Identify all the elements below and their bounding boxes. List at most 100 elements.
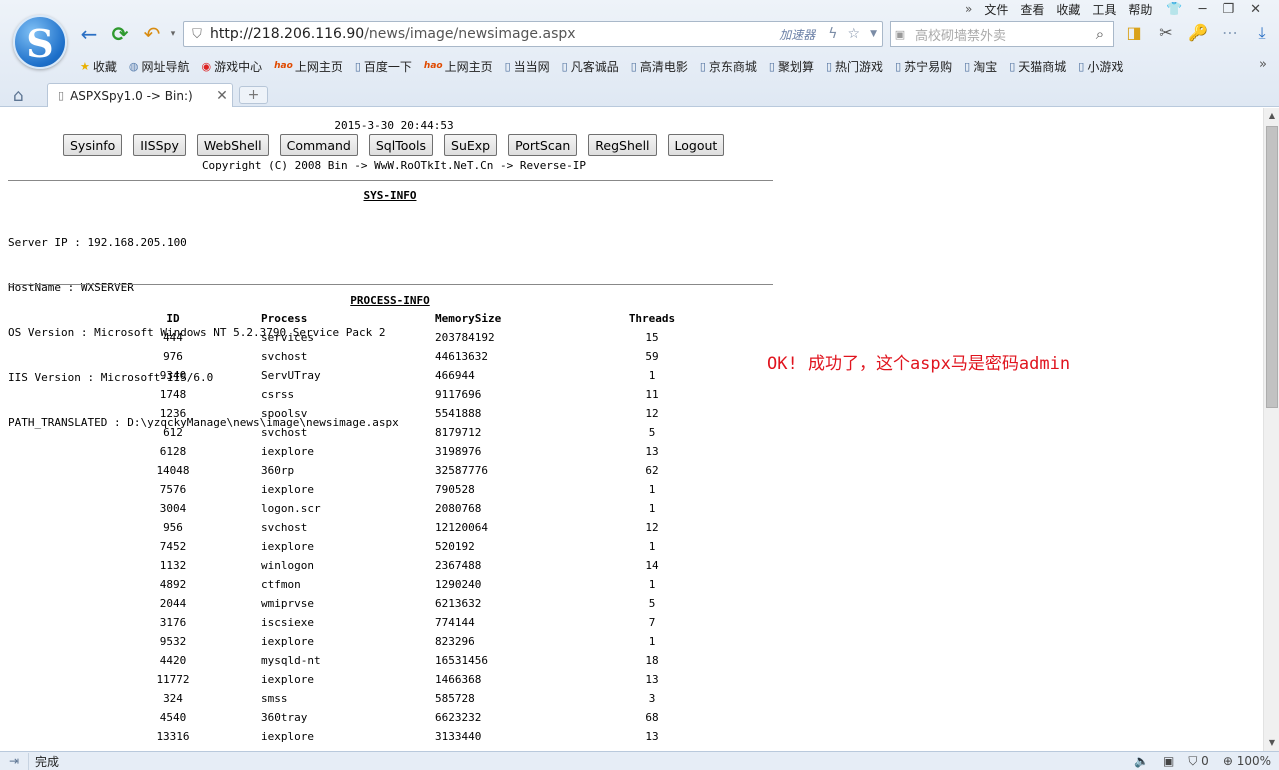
bookmark-item[interactable]: ▯ 苏宁易购 <box>895 58 952 75</box>
security-shield-icon[interactable]: ⛉ <box>184 27 210 42</box>
process-name: iexplore <box>261 635 314 648</box>
sysinfo-button[interactable]: Sysinfo <box>63 134 123 156</box>
tab-strip: ⌂ ▯ ASPXSpy1.0 -> Bin:) ✕ + <box>0 83 1279 107</box>
process-id: 9532 <box>159 635 187 648</box>
bookmark-item[interactable]: ▯ 高清电影 <box>631 58 688 75</box>
sound-icon[interactable]: 🔈 <box>1134 754 1149 768</box>
bookmark-item[interactable]: ◉ 游戏中心 <box>202 58 263 75</box>
bookmark-item[interactable]: ▯ 聚划算 <box>769 58 814 75</box>
bookmark-item[interactable]: ◍ 网址导航 <box>129 58 190 75</box>
minimize-icon[interactable]: ─ <box>1191 2 1215 17</box>
bookmark-item[interactable]: hao 上网主页 <box>424 58 493 75</box>
process-memory: 203784192 <box>435 331 495 344</box>
adblock-icon[interactable]: ⛉ 0 <box>1188 754 1208 769</box>
process-threads: 12 <box>645 521 659 534</box>
back-icon[interactable]: ← <box>78 23 100 45</box>
command-button[interactable]: Command <box>279 134 358 156</box>
portscan-button[interactable]: PortScan <box>508 134 578 156</box>
skin-icon[interactable]: 👕 <box>1158 2 1190 17</box>
process-memory: 466944 <box>435 369 475 382</box>
bookmark-label: 当当网 <box>513 59 550 74</box>
menu-file[interactable]: 文件 <box>978 1 1014 18</box>
bookmark-item[interactable]: hao 上网主页 <box>274 58 343 75</box>
bookmark-item[interactable]: ▯ 当当网 <box>505 58 550 75</box>
sidebar-toggle-icon[interactable]: ⇥ <box>0 754 28 768</box>
home-icon[interactable]: ⌂ <box>13 86 24 106</box>
process-threads: 3 <box>648 692 656 705</box>
process-name: spoolsv <box>261 407 308 420</box>
zoom-control[interactable]: ⊕ 100% <box>1223 754 1271 768</box>
bookmark-item[interactable]: ▯ 淘宝 <box>964 58 997 75</box>
menu-tools[interactable]: 工具 <box>1086 1 1122 18</box>
browser-logo[interactable] <box>13 15 67 69</box>
more-options-icon[interactable]: ⋯ <box>1218 23 1242 43</box>
logout-button[interactable]: Logout <box>667 134 725 156</box>
bookmark-label: 上网主页 <box>444 59 493 74</box>
bookmark-star-icon[interactable]: ☆ <box>843 26 866 42</box>
bookmark-label: 百度一下 <box>363 59 412 74</box>
process-memory: 3133440 <box>435 730 482 743</box>
close-window-icon[interactable]: ✕ <box>1242 2 1269 17</box>
menu-favorites[interactable]: 收藏 <box>1050 1 1086 18</box>
process-threads: 1 <box>648 369 656 382</box>
search-box[interactable]: ▣ 高校砌墙禁外卖 ⌕ <box>890 21 1114 47</box>
address-bar[interactable]: ⛉ http://218.206.116.90/news/image/newsi… <box>183 21 883 47</box>
bookmark-item[interactable]: ▯ 小游戏 <box>1078 58 1123 75</box>
lightning-icon[interactable]: ϟ <box>823 26 842 42</box>
process-name: csrss <box>261 388 295 401</box>
url-text[interactable]: http://218.206.116.90/news/image/newsima… <box>210 26 779 42</box>
process-id: 2044 <box>159 597 187 610</box>
accelerator-label[interactable]: 加速器 <box>779 26 823 43</box>
vertical-scrollbar[interactable]: ▲ ▼ <box>1263 108 1279 751</box>
menu-more-icon[interactable]: » <box>959 2 978 16</box>
tab-close-icon[interactable]: ✕ <box>212 88 232 104</box>
key-icon[interactable]: 🔑 <box>1186 23 1210 43</box>
scrollbar-thumb[interactable] <box>1266 126 1278 408</box>
scissors-icon[interactable]: ✂ <box>1154 23 1178 43</box>
bookmark-item[interactable]: ▯ 凡客诚品 <box>562 58 619 75</box>
screenshot-icon[interactable]: ▣ <box>1163 754 1174 768</box>
process-threads: 15 <box>645 331 659 344</box>
bookmark-item[interactable]: ▯ 天猫商城 <box>1009 58 1066 75</box>
bookmark-item[interactable]: ▯ 京东商城 <box>700 58 757 75</box>
webshell-button[interactable]: WebShell <box>196 134 269 156</box>
new-tab-button[interactable]: + <box>239 86 268 104</box>
page-icon: ▯ <box>630 59 637 73</box>
undo-icon[interactable]: ↶ <box>141 23 163 45</box>
page-icon: ▯ <box>354 59 361 73</box>
search-input[interactable]: 高校砌墙禁外卖 <box>909 25 1087 44</box>
regshell-button[interactable]: RegShell <box>588 134 657 156</box>
extension-icon[interactable]: ◨ <box>1122 23 1146 43</box>
search-engine-icon[interactable]: ▣ <box>891 28 909 41</box>
process-id: 3176 <box>159 616 187 629</box>
tab-active[interactable]: ▯ ASPXSpy1.0 -> Bin:) ✕ <box>47 83 233 107</box>
iisspy-button[interactable]: IISSpy <box>133 134 186 156</box>
sqltools-button[interactable]: SqlTools <box>368 134 434 156</box>
refresh-icon[interactable]: ⟳ <box>109 23 131 45</box>
hao-icon: hao <box>274 61 293 71</box>
page-icon: ▯ <box>768 59 775 73</box>
process-memory: 2080768 <box>435 502 482 515</box>
process-memory: 3198976 <box>435 445 482 458</box>
menu-help[interactable]: 帮助 <box>1122 1 1158 18</box>
undo-dropdown-icon[interactable]: ▾ <box>162 23 184 45</box>
address-dropdown-icon[interactable]: ▼ <box>865 29 882 39</box>
bookmark-item[interactable]: ▯ 百度一下 <box>355 58 412 75</box>
process-name: mysqld-nt <box>261 654 321 667</box>
header-memorysize: MemorySize <box>435 312 502 325</box>
status-text: 完成 <box>28 752 1134 770</box>
bookmark-item[interactable]: ▯ 热门游戏 <box>826 58 883 75</box>
process-name: ctfmon <box>261 578 301 591</box>
download-icon[interactable]: ⤓ <box>1250 23 1274 43</box>
process-id: 612 <box>163 426 183 439</box>
scroll-up-icon[interactable]: ▲ <box>1264 108 1279 124</box>
search-icon[interactable]: ⌕ <box>1087 25 1113 43</box>
bookmarks-more-icon[interactable]: » <box>1259 57 1267 72</box>
restore-icon[interactable]: ❐ <box>1214 2 1242 17</box>
menu-view[interactable]: 查看 <box>1014 1 1050 18</box>
bookmark-item[interactable]: ★ 收藏 <box>80 58 117 75</box>
scroll-down-icon[interactable]: ▼ <box>1264 735 1279 751</box>
toolbar-icons: ◨ ✂ 🔑 ⋯ ⤓ <box>1122 23 1274 43</box>
browser-chrome: » 文件 查看 收藏 工具 帮助 👕 ─ ❐ ✕ ← ⟳ ↶ ▾ ⛉ http:… <box>0 0 1279 107</box>
suexp-button[interactable]: SuExp <box>444 134 498 156</box>
